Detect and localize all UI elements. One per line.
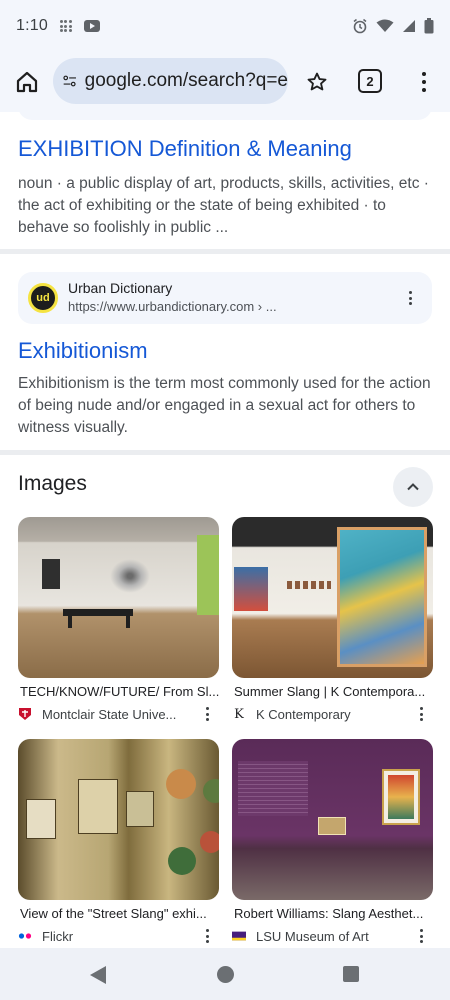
result-snippet-2: Exhibitionism is the term most commonly … xyxy=(18,375,431,436)
result-title-2[interactable]: Exhibitionism xyxy=(18,338,148,364)
result-title-1[interactable]: EXHIBITION Definition & Meaning xyxy=(18,136,352,162)
url-text[interactable]: google.com/search?q=e xyxy=(85,70,288,92)
montclair-icon xyxy=(18,707,32,721)
search-results: EXHIBITION Definition & Meaning noun · a… xyxy=(0,112,450,948)
k-contemporary-icon: K xyxy=(234,706,244,722)
source-name: Urban Dictionary xyxy=(68,280,173,296)
image-source[interactable]: Montclair State Unive... xyxy=(18,705,219,723)
previous-card-edge xyxy=(18,112,432,120)
tabs-icon[interactable]: 2 xyxy=(358,69,382,93)
source-url: https://www.urbandictionary.com › ... xyxy=(68,299,277,314)
image-source[interactable]: Flickr xyxy=(18,927,219,945)
collapse-button[interactable] xyxy=(393,467,433,507)
result-more-icon[interactable] xyxy=(404,289,416,307)
battery-icon xyxy=(424,18,434,34)
result-divider xyxy=(0,450,450,455)
image-result[interactable]: Robert Williams: Slang Aesthet... LSU Mu… xyxy=(232,739,433,945)
more-vert-icon[interactable] xyxy=(414,68,434,96)
result-divider xyxy=(0,249,450,254)
image-caption[interactable]: View of the "Street Slang" exhi... xyxy=(18,906,219,921)
image-caption[interactable]: TECH/KNOW/FUTURE/ From Sl... xyxy=(18,684,219,699)
wifi-icon xyxy=(376,19,394,32)
image-caption[interactable]: Robert Williams: Slang Aesthet... xyxy=(232,906,433,921)
youtube-icon xyxy=(83,20,100,32)
alarm-icon xyxy=(353,18,367,34)
image-thumbnail[interactable] xyxy=(18,739,219,900)
signal-icon xyxy=(403,20,415,32)
image-thumbnail[interactable] xyxy=(18,517,219,678)
image-source[interactable]: LSU Museum of Art xyxy=(232,927,433,945)
image-more-icon[interactable] xyxy=(201,705,213,723)
bookmark-button[interactable] xyxy=(303,68,331,96)
grid-dots-icon xyxy=(59,20,72,32)
back-icon[interactable] xyxy=(90,966,106,984)
address-bar[interactable]: google.com/search?q=e xyxy=(53,58,288,104)
status-time: 1:10 xyxy=(16,17,48,34)
chevron-up-icon xyxy=(407,483,419,491)
home-button[interactable] xyxy=(12,67,42,97)
image-thumbnail[interactable] xyxy=(232,739,433,900)
home-circle-icon[interactable] xyxy=(217,966,234,983)
image-result[interactable]: TECH/KNOW/FUTURE/ From Sl... Montclair S… xyxy=(18,517,219,723)
system-nav-bar xyxy=(0,948,450,1000)
image-more-icon[interactable] xyxy=(201,927,213,945)
image-thumbnail[interactable] xyxy=(232,517,433,678)
site-settings-icon[interactable] xyxy=(63,72,77,90)
lsu-icon xyxy=(232,929,246,943)
result-snippet-1: noun · a public display of art, products… xyxy=(18,175,429,236)
image-more-icon[interactable] xyxy=(415,927,427,945)
source-card[interactable]: ud Urban Dictionary https://www.urbandic… xyxy=(18,272,432,324)
images-section-title: Images xyxy=(18,472,87,495)
browser-toolbar: google.com/search?q=e 2 xyxy=(0,52,450,112)
image-source[interactable]: K K Contemporary xyxy=(232,705,433,723)
recent-apps-icon[interactable] xyxy=(343,966,359,982)
home-icon xyxy=(16,71,38,93)
image-more-icon[interactable] xyxy=(415,705,427,723)
tab-count: 2 xyxy=(366,73,374,89)
flickr-icon xyxy=(18,929,32,943)
image-result[interactable]: Summer Slang | K Contempora... K K Conte… xyxy=(232,517,433,723)
urban-dictionary-icon: ud xyxy=(28,283,58,313)
star-icon xyxy=(307,72,327,91)
image-caption[interactable]: Summer Slang | K Contempora... xyxy=(232,684,433,699)
image-result[interactable]: View of the "Street Slang" exhi... Flick… xyxy=(18,739,219,945)
status-bar: 1:10 xyxy=(0,0,450,52)
